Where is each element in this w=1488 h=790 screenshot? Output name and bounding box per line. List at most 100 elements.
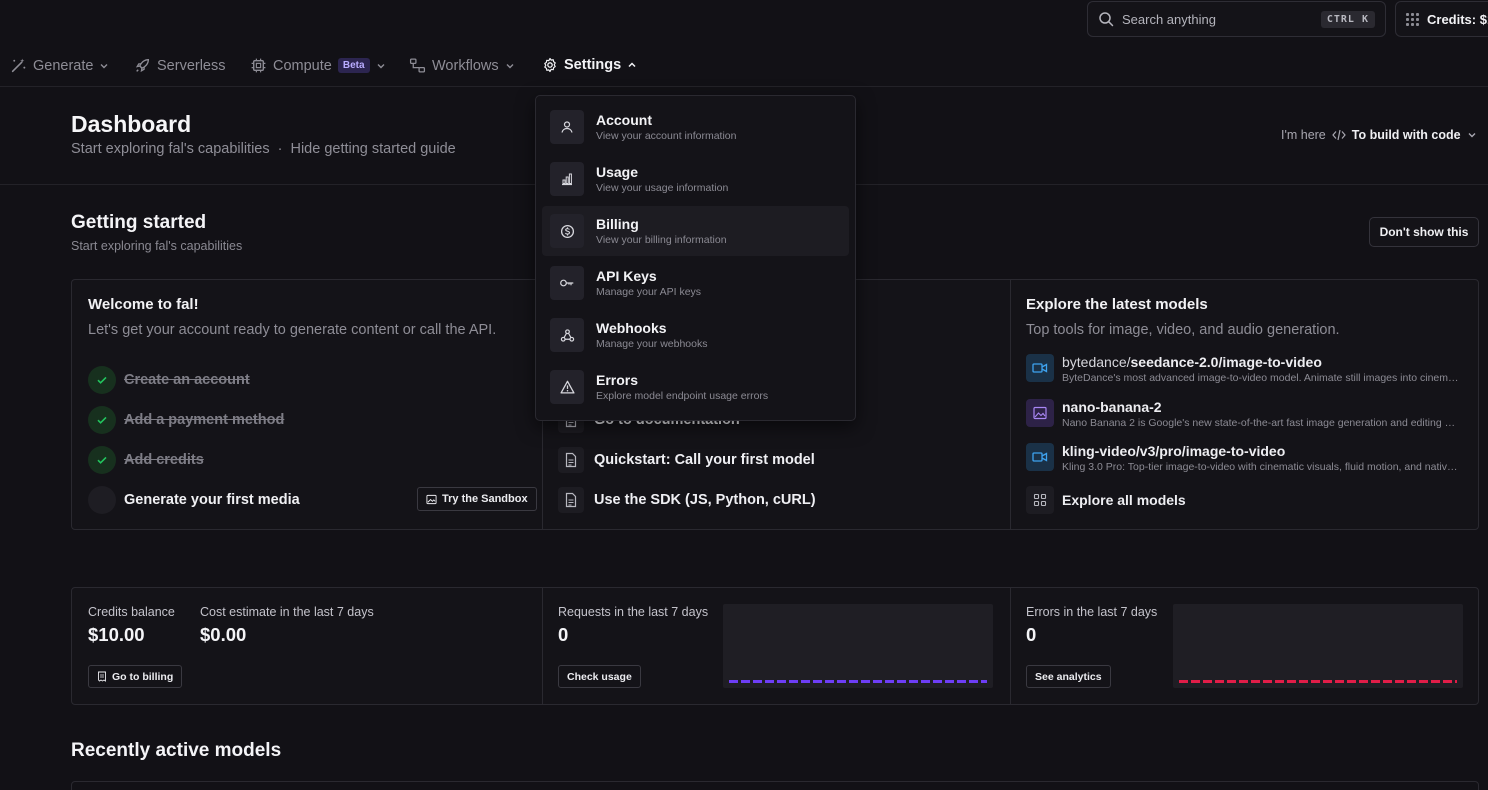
rocket-icon bbox=[134, 57, 151, 74]
credits-balance-value: $10.00 bbox=[88, 624, 145, 645]
nav-workflows[interactable]: Workflows bbox=[409, 57, 515, 74]
settings-dropdown: Account View your account information Usa… bbox=[535, 95, 856, 421]
try-sandbox-button[interactable]: Try the Sandbox bbox=[417, 487, 537, 511]
credits-balance-label: Credits balance bbox=[88, 605, 175, 619]
nav-settings[interactable]: Settings bbox=[542, 57, 637, 73]
cost-estimate-label: Cost estimate in the last 7 days bbox=[200, 605, 374, 619]
model-item-kling[interactable]: kling-video/v3/pro/image-to-video Kling … bbox=[1026, 443, 1466, 473]
cost-estimate-stat: Cost estimate in the last 7 days $0.00 bbox=[200, 605, 374, 646]
billing-button-label: Go to billing bbox=[112, 670, 174, 683]
analytics-button-label: See analytics bbox=[1035, 670, 1102, 683]
errors-sparkline bbox=[1173, 604, 1463, 688]
errors-stat: Errors in the last 7 days 0 bbox=[1026, 605, 1157, 646]
beta-badge: Beta bbox=[337, 58, 370, 73]
step-add-credits: Add credits bbox=[88, 446, 204, 474]
nav-compute[interactable]: Compute Beta bbox=[250, 57, 386, 74]
credits-balance-stat: Credits balance $10.00 bbox=[88, 605, 175, 646]
requests-stat: Requests in the last 7 days 0 bbox=[558, 605, 708, 646]
requests-value: 0 bbox=[558, 624, 569, 645]
cost-estimate-value: $0.00 bbox=[200, 624, 247, 645]
check-usage-button[interactable]: Check usage bbox=[558, 665, 641, 688]
menu-item-title: Usage bbox=[596, 164, 639, 180]
column-divider bbox=[542, 588, 543, 704]
menu-item-title: Billing bbox=[596, 216, 639, 232]
sandbox-label: Try the Sandbox bbox=[442, 493, 528, 505]
model-description: ByteDance's most advanced image-to-video… bbox=[1062, 372, 1462, 384]
menu-item-title: Account bbox=[596, 112, 652, 128]
menu-item-api-keys[interactable]: API Keys Manage your API keys bbox=[542, 258, 849, 308]
warning-icon bbox=[550, 370, 584, 404]
step-label: Generate your first media bbox=[124, 492, 300, 508]
check-icon bbox=[88, 446, 116, 474]
see-analytics-button[interactable]: See analytics bbox=[1026, 665, 1111, 688]
workflow-icon bbox=[409, 57, 426, 74]
explore-all-models-link[interactable]: Explore all models bbox=[1026, 486, 1466, 514]
chevron-down-icon bbox=[99, 61, 109, 71]
nav-generate-label: Generate bbox=[33, 57, 94, 74]
credits-button[interactable]: Credits: $10.00 bbox=[1395, 1, 1488, 37]
dont-show-button[interactable]: Don't show this bbox=[1369, 217, 1479, 247]
model-description: Nano Banana 2 is Google's new state-of-t… bbox=[1062, 417, 1462, 429]
video-icon bbox=[1026, 354, 1054, 382]
hide-guide-link[interactable]: Hide getting started guide bbox=[290, 141, 455, 157]
grid-dots-icon bbox=[1406, 12, 1419, 26]
quickstart-link[interactable]: Quickstart: Call your first model bbox=[558, 447, 815, 473]
sdk-link[interactable]: Use the SDK (JS, Python, cURL) bbox=[558, 487, 816, 513]
model-item-seedance[interactable]: bytedance/seedance-2.0/image-to-video By… bbox=[1026, 354, 1466, 384]
sdk-label: Use the SDK (JS, Python, cURL) bbox=[594, 492, 816, 508]
models-column: Explore the latest models Top tools for … bbox=[1010, 280, 1478, 529]
credits-label: Credits: $10.00 bbox=[1427, 11, 1488, 27]
step-label: Create an account bbox=[124, 372, 250, 388]
receipt-icon bbox=[97, 671, 107, 682]
search-bar[interactable]: Search anything CTRL K bbox=[1087, 1, 1386, 37]
step-label: Add credits bbox=[124, 452, 204, 468]
chevron-down-icon bbox=[505, 61, 515, 71]
chevron-down-icon bbox=[1467, 130, 1477, 140]
nav-generate[interactable]: Generate bbox=[10, 57, 109, 74]
nav-workflows-label: Workflows bbox=[432, 57, 499, 74]
menu-item-billing[interactable]: Billing View your billing information bbox=[542, 206, 849, 256]
models-title: Explore the latest models bbox=[1026, 296, 1208, 313]
nav-serverless[interactable]: Serverless bbox=[134, 57, 226, 74]
getting-started-subtitle: Start exploring fal's capabilities bbox=[71, 239, 243, 253]
recent-models-panel bbox=[71, 781, 1479, 790]
code-icon bbox=[1331, 129, 1346, 141]
build-mode-label: To build with code bbox=[1351, 128, 1461, 142]
bar-chart-icon bbox=[550, 162, 584, 196]
image-icon bbox=[1026, 399, 1054, 427]
menu-item-webhooks[interactable]: Webhooks Manage your webhooks bbox=[542, 310, 849, 360]
dollar-circle-icon bbox=[550, 214, 584, 248]
model-item-nano-banana[interactable]: nano-banana-2 Nano Banana 2 is Google's … bbox=[1026, 399, 1466, 429]
explore-all-label: Explore all models bbox=[1062, 492, 1186, 508]
go-to-billing-button[interactable]: Go to billing bbox=[88, 665, 183, 688]
recent-models-title: Recently active models bbox=[71, 740, 282, 761]
image-icon bbox=[426, 494, 437, 505]
welcome-subtitle: Let's get your account ready to generate… bbox=[88, 322, 497, 338]
menu-item-account[interactable]: Account View your account information bbox=[542, 102, 849, 152]
step-create-account: Create an account bbox=[88, 366, 250, 394]
video-icon bbox=[1026, 443, 1054, 471]
menu-item-title: Errors bbox=[596, 372, 639, 388]
main-nav: Generate Serverless Compute Beta Workflo… bbox=[0, 47, 1488, 87]
empty-circle-icon bbox=[88, 486, 116, 514]
menu-item-desc: View your account information bbox=[596, 130, 737, 142]
errors-sparkline-line bbox=[1179, 680, 1457, 683]
search-icon bbox=[1098, 11, 1114, 27]
menu-item-desc: Manage your API keys bbox=[596, 286, 702, 298]
search-shortcut: CTRL K bbox=[1320, 10, 1375, 28]
menu-item-title: API Keys bbox=[596, 268, 657, 284]
check-icon bbox=[88, 366, 116, 394]
step-label: Add a payment method bbox=[124, 412, 285, 428]
mode-selector[interactable]: I'm here To build with code bbox=[1281, 128, 1477, 142]
key-icon bbox=[550, 266, 584, 300]
page-title: Dashboard bbox=[71, 111, 192, 137]
menu-item-desc: View your usage information bbox=[596, 182, 729, 194]
models-subtitle: Top tools for image, video, and audio ge… bbox=[1026, 322, 1340, 338]
gear-icon bbox=[542, 57, 558, 73]
menu-item-desc: Explore model endpoint usage errors bbox=[596, 390, 769, 402]
grid-icon bbox=[1026, 486, 1054, 514]
welcome-title: Welcome to fal! bbox=[88, 296, 199, 313]
menu-item-errors[interactable]: Errors Explore model endpoint usage error… bbox=[542, 362, 849, 412]
menu-item-usage[interactable]: Usage View your usage information bbox=[542, 154, 849, 204]
errors-value: 0 bbox=[1026, 624, 1037, 645]
